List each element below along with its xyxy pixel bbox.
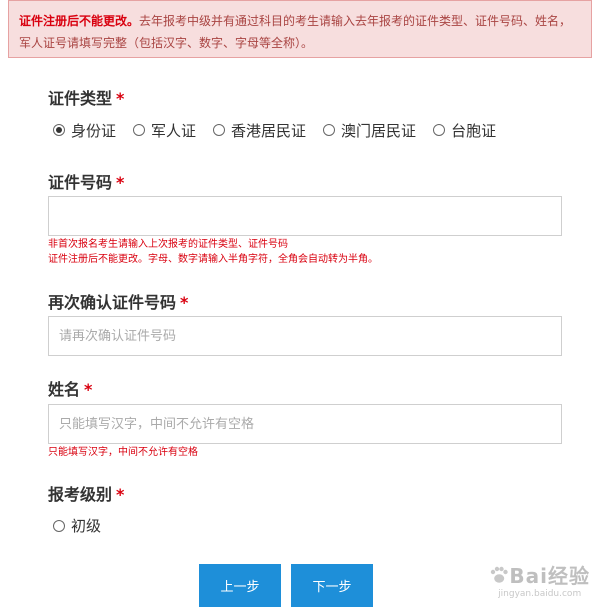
radio-label-military-card: 军人证 xyxy=(151,121,197,140)
radio-label-macau-card: 澳门居民证 xyxy=(341,121,417,140)
baidu-jingyan-watermark: Bai经验 jingyan.baidu.com xyxy=(489,560,590,599)
name-input[interactable] xyxy=(48,404,562,444)
watermark-brand: Bai经验 xyxy=(509,564,590,588)
radio-level-junior[interactable]: 初级 xyxy=(53,515,101,536)
radio-checked-icon[interactable] xyxy=(53,124,65,136)
radio-taiwan-card[interactable]: 台胞证 xyxy=(433,120,496,141)
radio-id-card[interactable]: 身份证 xyxy=(53,120,116,141)
radio-unchecked-icon[interactable] xyxy=(213,124,226,136)
id-confirm-label: 再次确认证件号码 * xyxy=(48,289,188,313)
id-confirm-label-text: 再次确认证件号码 xyxy=(48,293,177,312)
prev-step-button[interactable]: 上一步 xyxy=(199,564,281,607)
paw-icon xyxy=(491,566,509,583)
required-mark: * xyxy=(116,173,125,192)
radio-label-hongkong-card: 香港居民证 xyxy=(231,121,307,140)
id-type-label-text: 证件类型 xyxy=(48,89,113,108)
id-number-label: 证件号码 * xyxy=(48,169,124,193)
name-label: 姓名 * xyxy=(48,376,92,400)
radio-military-card[interactable]: 军人证 xyxy=(133,120,196,141)
required-mark: * xyxy=(116,485,125,504)
required-mark: * xyxy=(84,380,93,399)
id-confirm-input[interactable] xyxy=(48,316,562,356)
name-hint: 只能填写汉字，中间不允许有空格 xyxy=(48,447,198,458)
radio-label-taiwan-card: 台胞证 xyxy=(451,121,497,140)
required-mark: * xyxy=(180,293,189,312)
level-label-text: 报考级别 xyxy=(48,485,113,504)
watermark-url: jingyan.baidu.com xyxy=(498,589,582,599)
next-step-button[interactable]: 下一步 xyxy=(291,564,373,607)
id-number-label-text: 证件号码 xyxy=(48,173,113,192)
radio-label-level-junior: 初级 xyxy=(71,517,102,535)
watermark-logo: Bai经验 xyxy=(489,560,590,589)
id-type-label: 证件类型 * xyxy=(48,85,124,109)
name-label-text: 姓名 xyxy=(48,380,81,399)
notice-bold-text: 证件注册后不能更改。 xyxy=(19,14,140,28)
radio-unchecked-icon[interactable] xyxy=(53,519,65,532)
radio-unchecked-icon[interactable] xyxy=(433,124,446,136)
id-number-hint-line2: 证件注册后不能更改。字母、数字请输入半角字符，全角会自动转为半角。 xyxy=(48,254,378,265)
radio-unchecked-icon[interactable] xyxy=(133,124,146,136)
radio-label-id-card: 身份证 xyxy=(71,121,117,140)
radio-hongkong-card[interactable]: 香港居民证 xyxy=(213,120,306,141)
radio-unchecked-icon[interactable] xyxy=(323,124,336,136)
level-label: 报考级别 * xyxy=(48,481,124,505)
id-number-hint: 非首次报名考生请输入上次报考的证件类型、证件号码 证件注册后不能更改。字母、数字… xyxy=(48,237,378,267)
radio-macau-card[interactable]: 澳门居民证 xyxy=(323,120,416,141)
id-number-hint-line1: 非首次报名考生请输入上次报考的证件类型、证件号码 xyxy=(48,239,288,250)
required-mark: * xyxy=(116,89,125,108)
notice-banner: 证件注册后不能更改。去年报考中级并有通过科目的考生请输入去年报考的证件类型、证件… xyxy=(8,0,592,58)
id-number-input[interactable] xyxy=(48,196,562,236)
id-type-radio-group: 身份证 军人证 香港居民证 澳门居民证 台胞证 xyxy=(53,118,513,142)
